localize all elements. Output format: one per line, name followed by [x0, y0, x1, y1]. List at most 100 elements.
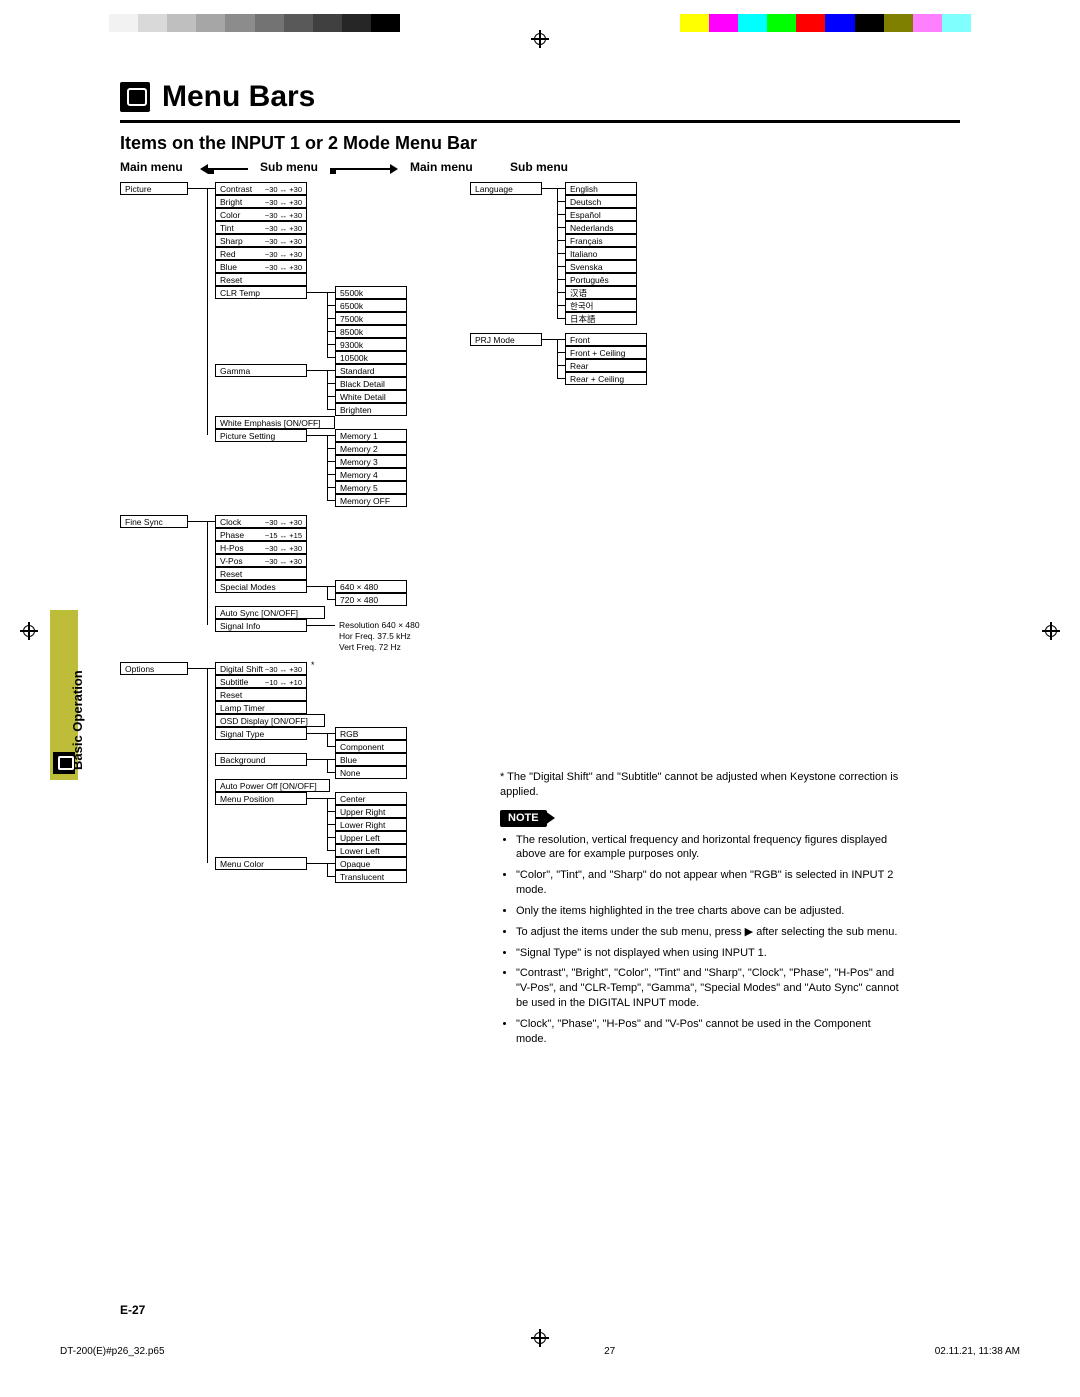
- tree-box: Signal Info: [215, 619, 307, 632]
- tree-box: Blue−30 ↔ +30: [215, 260, 307, 273]
- registration-mark: [20, 622, 38, 640]
- tree-box: English: [565, 182, 637, 195]
- tree-box: Opaque: [335, 857, 407, 870]
- tree-box: Fine Sync: [120, 515, 188, 528]
- tree-box: White Emphasis [ON/OFF]: [215, 416, 335, 429]
- tree-box: Options: [120, 662, 188, 675]
- tree-box: Translucent: [335, 870, 407, 883]
- tree-box: 7500k: [335, 312, 407, 325]
- tree-box: Memory 3: [335, 455, 407, 468]
- tree-box: Tint−30 ↔ +30: [215, 221, 307, 234]
- tree-box: Lower Right: [335, 818, 407, 831]
- tree-box: Vert Freq. 72 Hz: [335, 641, 445, 652]
- tree-box: Digital Shift−30 ↔ +30: [215, 662, 307, 675]
- colhead-main1: Main menu: [120, 160, 183, 174]
- tree-box: 日本語: [565, 312, 637, 325]
- column-heads: Main menu Sub menu Main menu Sub menu: [120, 160, 960, 178]
- tree-box: Memory 2: [335, 442, 407, 455]
- colhead-sub1: Sub menu: [260, 160, 318, 174]
- tree-box: Blue: [335, 753, 407, 766]
- tree-box: Background: [215, 753, 307, 766]
- side-tab-icon: [53, 752, 75, 774]
- tree-box: Reset: [215, 273, 307, 286]
- page-number: E-27: [120, 1303, 145, 1317]
- tree-box: 6500k: [335, 299, 407, 312]
- tree-box: Menu Color: [215, 857, 307, 870]
- tree-box: Auto Power Off [ON/OFF]: [215, 779, 330, 792]
- tree-box: Component: [335, 740, 407, 753]
- side-tab: Basic Operation: [50, 610, 78, 780]
- tree-box: Hor Freq. 37.5 kHz: [335, 630, 445, 641]
- tree-box: Lower Left: [335, 844, 407, 857]
- tree-box: Lamp Timer: [215, 701, 307, 714]
- tree-box: 8500k: [335, 325, 407, 338]
- tree-box: None: [335, 766, 407, 779]
- tree-box: Center: [335, 792, 407, 805]
- tree-box: Memory OFF: [335, 494, 407, 507]
- tree-box: Bright−30 ↔ +30: [215, 195, 307, 208]
- tree-box: Rear: [565, 359, 647, 372]
- title-icon: [120, 82, 150, 112]
- tree-box: Auto Sync [ON/OFF]: [215, 606, 325, 619]
- colorbar-right: [680, 14, 1000, 32]
- tree-box: V-Pos−30 ↔ +30: [215, 554, 307, 567]
- registration-mark: [531, 1329, 549, 1347]
- note-asterisk: * The "Digital Shift" and "Subtitle" can…: [500, 770, 900, 800]
- arrow-left-icon: [208, 168, 248, 170]
- note-item: To adjust the items under the sub menu, …: [516, 925, 900, 940]
- footer-date: 02.11.21, 11:38 AM: [935, 1346, 1020, 1357]
- tree-box: 640 × 480: [335, 580, 407, 593]
- tree-box: Contrast−30 ↔ +30: [215, 182, 307, 195]
- notes-block: * The "Digital Shift" and "Subtitle" can…: [500, 770, 900, 1053]
- tree-box: Picture Setting: [215, 429, 307, 442]
- tree-box: OSD Display [ON/OFF]: [215, 714, 325, 727]
- colhead-main2: Main menu: [410, 160, 473, 174]
- tree-box: Deutsch: [565, 195, 637, 208]
- footer-num: 27: [604, 1346, 615, 1357]
- tree-box: Signal Type: [215, 727, 307, 740]
- tree-box: White Detail: [335, 390, 407, 403]
- colorbar-left: [80, 14, 400, 32]
- tree-box: Color−30 ↔ +30: [215, 208, 307, 221]
- tree-box: Brighten: [335, 403, 407, 416]
- tree-box: Español: [565, 208, 637, 221]
- tree-box: Français: [565, 234, 637, 247]
- tree-box: Picture: [120, 182, 188, 195]
- tree-box: Nederlands: [565, 221, 637, 234]
- note-badge: NOTE: [500, 810, 547, 827]
- note-item: The resolution, vertical frequency and h…: [516, 833, 900, 863]
- tree-box: Memory 5: [335, 481, 407, 494]
- tree-box: 10500k: [335, 351, 407, 364]
- tree-box: RGB: [335, 727, 407, 740]
- tree-box: Red−30 ↔ +30: [215, 247, 307, 260]
- tree-box: Português: [565, 273, 637, 286]
- tree-box: 한국어: [565, 299, 637, 312]
- footer-file: DT-200(E)#p26_32.p65: [60, 1346, 165, 1357]
- page-title: Menu Bars: [162, 80, 315, 114]
- tree-box: 汉语: [565, 286, 637, 299]
- registration-mark: [531, 30, 549, 48]
- footer: DT-200(E)#p26_32.p65 27 02.11.21, 11:38 …: [60, 1346, 1020, 1357]
- note-badge-arrow-icon: [545, 811, 555, 825]
- tree-box: Reset: [215, 567, 307, 580]
- tree-box: Reset: [215, 688, 307, 701]
- tree-box: Rear + Ceiling: [565, 372, 647, 385]
- tree-box: Phase−15 ↔ +15: [215, 528, 307, 541]
- tree-box: Front + Ceiling: [565, 346, 647, 359]
- tree-box: 5500k: [335, 286, 407, 299]
- tree-box: 720 × 480: [335, 593, 407, 606]
- tree-box: Menu Position: [215, 792, 307, 805]
- tree-box: Resolution 640 × 480: [335, 619, 445, 630]
- tree-box: Svenska: [565, 260, 637, 273]
- tree-box: Upper Right: [335, 805, 407, 818]
- tree-box: Sharp−30 ↔ +30: [215, 234, 307, 247]
- tree-box: Memory 1: [335, 429, 407, 442]
- title-rule: [120, 120, 960, 123]
- note-item: "Clock", "Phase", "H-Pos" and "V-Pos" ca…: [516, 1017, 900, 1047]
- tree-box: Black Detail: [335, 377, 407, 390]
- tree-box: Clock−30 ↔ +30: [215, 515, 307, 528]
- notes-list: The resolution, vertical frequency and h…: [500, 833, 900, 1047]
- note-item: "Color", "Tint", and "Sharp" do not appe…: [516, 868, 900, 898]
- note-item: "Signal Type" is not displayed when usin…: [516, 946, 900, 961]
- tree-box: PRJ Mode: [470, 333, 542, 346]
